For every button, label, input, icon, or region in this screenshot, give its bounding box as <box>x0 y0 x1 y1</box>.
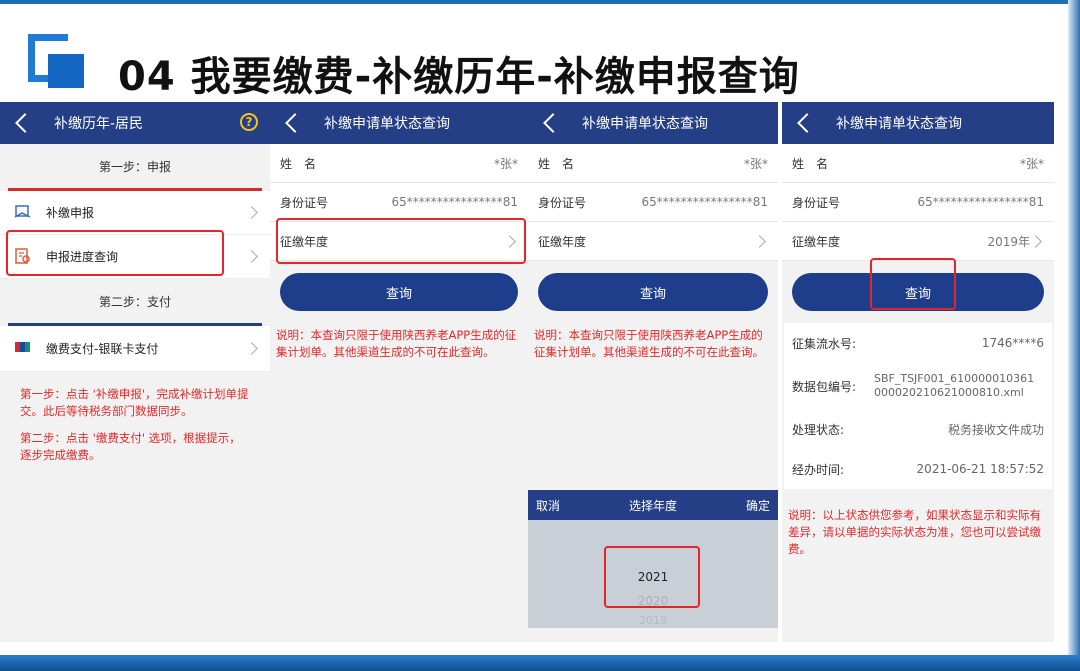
serial-row: 征集流水号: 1746****6 <box>784 323 1052 363</box>
header-title: 补缴申请单状态查询 <box>836 116 962 132</box>
status-value: 税务接收文件成功 <box>947 422 1044 437</box>
picker-title: 选择年度 <box>628 498 677 513</box>
highlight-box <box>6 230 224 276</box>
screen-3: 补缴申请单状态查询 姓 名 *张* 身份证号 65****************8… <box>528 102 778 642</box>
step-1-note: 第一步：点击 '补缴申报'，完成补缴计划单提交。此后等待税务部门数据同步。 <box>20 387 249 418</box>
id-value: 65****************81 <box>641 195 768 209</box>
step-1-label: 第一步：申报 <box>98 159 171 174</box>
item-label: 补缴申报 <box>46 206 95 220</box>
supplement-declare-item[interactable]: 补缴申报 <box>0 191 270 235</box>
query-note: 说明：本查询只限于使用陕西养老APP生成的征集计划单。其他渠道生成的不可在此查询… <box>534 328 764 359</box>
time-label: 经办时间: <box>792 462 845 477</box>
step-2-label: 第二步：支付 <box>98 294 171 309</box>
year-label: 征缴年度 <box>538 234 587 249</box>
query-note: 说明：本查询只限于使用陕西养老APP生成的征集计划单。其他渠道生成的不可在此查询… <box>276 328 517 359</box>
highlight-box <box>604 546 700 608</box>
year-label: 征缴年度 <box>792 234 841 249</box>
package-row: 数据包编号: SBF_TSJF001_610000010361 000020210… <box>784 363 1052 409</box>
chevron-right-icon <box>245 342 258 355</box>
frame-right-bar <box>1068 0 1080 671</box>
header-title: 补缴申请单状态查询 <box>324 116 450 132</box>
id-row: 身份证号 65****************81 <box>270 183 528 222</box>
screen-1: 补缴历年-居民 ? 第一步：申报 补缴申报 申报进度查询 第二步：支付 缴费支付… <box>0 102 270 642</box>
picker-header: 取消 选择年度 确定 <box>528 490 778 520</box>
result-note: 说明：以上状态供您参考，如果状态显示和实际有差异，请以单据的实际状态为准，您也可… <box>788 508 1041 556</box>
back-icon[interactable] <box>15 113 35 133</box>
picker-cancel-button[interactable]: 取消 <box>536 497 560 514</box>
query-button[interactable]: 查询 <box>280 273 518 311</box>
year-value: 2019年 <box>987 234 1030 249</box>
id-label: 身份证号 <box>792 195 841 210</box>
highlight-box <box>276 218 526 264</box>
year-row[interactable]: 征缴年度 2019年 <box>782 222 1054 261</box>
time-value: 2021-06-21 18:57:52 <box>916 462 1044 476</box>
name-label: 姓 名 <box>280 156 317 171</box>
name-row: 姓 名 *张* <box>528 144 778 183</box>
declare-icon <box>14 205 31 218</box>
chevron-right-icon <box>245 250 258 263</box>
screen-4: 补缴申请单状态查询 姓 名 *张* 身份证号 65****************8… <box>782 102 1054 642</box>
chevron-right-icon <box>1029 234 1042 248</box>
id-row: 身份证号 65****************81 <box>528 183 778 222</box>
name-row: 姓 名 *张* <box>270 144 528 183</box>
screen-2: 补缴申请单状态查询 姓 名 *张* 身份证号 65****************8… <box>270 102 528 642</box>
frame-top-bar <box>0 0 1080 4</box>
status-row: 处理状态: 税务接收文件成功 <box>784 409 1052 449</box>
chevron-right-icon <box>245 206 258 219</box>
screen-4-header: 补缴申请单状态查询 <box>782 102 1054 144</box>
back-icon[interactable] <box>543 113 563 133</box>
name-value: *张* <box>743 156 768 171</box>
id-value: 65****************81 <box>391 195 518 209</box>
name-label: 姓 名 <box>792 156 829 171</box>
package-value-line2: 000020210621000810.xml <box>874 386 1024 399</box>
screen-2-header: 补缴申请单状态查询 <box>270 102 528 144</box>
unionpay-icon <box>15 342 30 352</box>
back-icon[interactable] <box>285 113 305 133</box>
help-icon[interactable]: ? <box>240 113 258 131</box>
screen-3-header: 补缴申请单状态查询 <box>528 102 778 144</box>
frame-bottom-bar <box>0 655 1080 671</box>
unionpay-item[interactable]: 缴费支付-银联卡支付 <box>0 326 270 372</box>
name-label: 姓 名 <box>538 156 575 171</box>
package-value: SBF_TSJF001_610000010361 0000202106210008… <box>874 372 1044 400</box>
serial-value: 1746****6 <box>981 336 1044 350</box>
header-title: 补缴历年-居民 <box>54 116 144 132</box>
id-row: 身份证号 65****************81 <box>782 183 1054 222</box>
item-label: 缴费支付-银联卡支付 <box>46 342 159 356</box>
id-label: 身份证号 <box>538 195 587 210</box>
name-value: *张* <box>1019 156 1044 171</box>
package-label: 数据包编号: <box>792 379 857 394</box>
name-row: 姓 名 *张* <box>782 144 1054 183</box>
back-icon[interactable] <box>797 113 817 133</box>
id-label: 身份证号 <box>280 195 329 210</box>
slide-logo <box>28 34 86 90</box>
header-title: 补缴申请单状态查询 <box>582 116 708 132</box>
year-row[interactable]: 征缴年度 <box>528 222 778 261</box>
query-button[interactable]: 查询 <box>538 273 768 311</box>
status-label: 处理状态: <box>792 422 845 437</box>
highlight-box <box>870 258 956 310</box>
serial-label: 征集流水号: <box>792 336 857 351</box>
package-value-line1: SBF_TSJF001_610000010361 <box>874 372 1035 385</box>
chevron-right-icon <box>753 234 766 248</box>
step-2-note: 第二步：点击 '缴费支付' 选项，根据提示，逐步完成缴费。 <box>20 431 241 462</box>
screen-1-header: 补缴历年-居民 ? <box>0 102 270 144</box>
result-card: 征集流水号: 1746****6 数据包编号: SBF_TSJF001_61000… <box>784 323 1052 489</box>
picker-confirm-button[interactable]: 确定 <box>746 497 770 514</box>
id-value: 65****************81 <box>917 195 1044 209</box>
picker-option[interactable]: 2019 <box>528 614 778 627</box>
time-row: 经办时间: 2021-06-21 18:57:52 <box>784 449 1052 489</box>
slide-title: 04 我要缴费-补缴历年-补缴申报查询 <box>118 54 800 100</box>
name-value: *张* <box>493 156 518 171</box>
